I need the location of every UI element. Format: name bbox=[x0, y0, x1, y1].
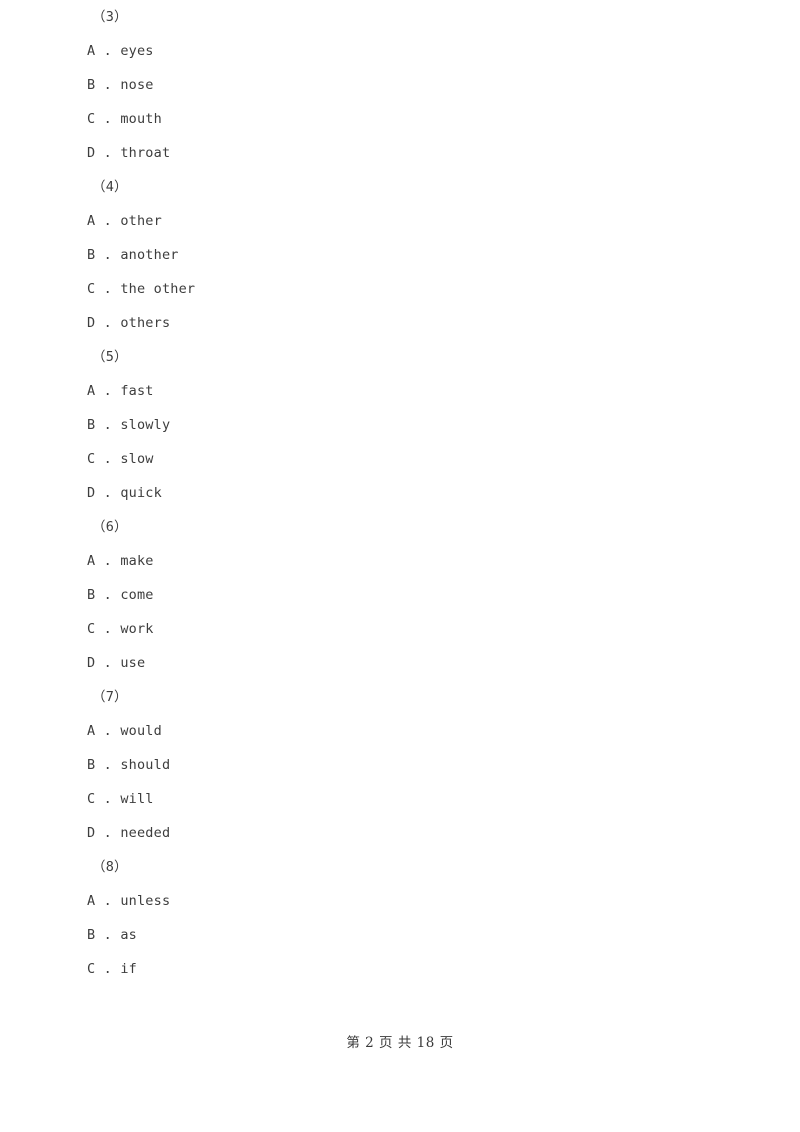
option-row[interactable]: D . throat bbox=[0, 136, 800, 170]
option-separator: . bbox=[95, 417, 121, 433]
question-block: （7） A . would B . should C . will D . needed bbox=[0, 680, 800, 850]
option-separator: . bbox=[95, 111, 121, 127]
option-text: the other bbox=[120, 281, 196, 297]
option-text: as bbox=[120, 927, 137, 943]
question-number: （4） bbox=[92, 179, 128, 195]
option-separator: . bbox=[95, 145, 121, 161]
option-separator: . bbox=[95, 757, 121, 773]
option-separator: . bbox=[95, 621, 121, 637]
option-text: should bbox=[120, 757, 171, 773]
option-row[interactable]: D . quick bbox=[0, 476, 800, 510]
option-row[interactable]: C . the other bbox=[0, 272, 800, 306]
option-row[interactable]: A . other bbox=[0, 204, 800, 238]
option-row[interactable]: D . others bbox=[0, 306, 800, 340]
option-row[interactable]: D . needed bbox=[0, 816, 800, 850]
option-text: mouth bbox=[120, 111, 162, 127]
option-text: will bbox=[120, 791, 154, 807]
option-separator: . bbox=[95, 825, 121, 841]
question-block: （3） A . eyes B . nose C . mouth D . throat bbox=[0, 0, 800, 170]
option-text: slowly bbox=[120, 417, 171, 433]
question-block: （4） A . other B . another C . the other D . … bbox=[0, 170, 800, 340]
option-text: would bbox=[120, 723, 162, 739]
question-list: （3） A . eyes B . nose C . mouth D . throat （4… bbox=[0, 0, 800, 986]
question-number: （5） bbox=[92, 349, 128, 365]
option-text: make bbox=[120, 553, 154, 569]
option-separator: . bbox=[95, 451, 121, 467]
option-text: work bbox=[120, 621, 154, 637]
option-row[interactable]: C . mouth bbox=[0, 102, 800, 136]
question-block: （6） A . make B . come C . work D . use bbox=[0, 510, 800, 680]
option-text: needed bbox=[120, 825, 171, 841]
option-separator: . bbox=[95, 485, 121, 501]
option-text: unless bbox=[120, 893, 171, 909]
question-block: （8） A . unless B . as C . if bbox=[0, 850, 800, 986]
option-separator: . bbox=[95, 791, 121, 807]
question-number: （7） bbox=[92, 689, 128, 705]
option-text: eyes bbox=[120, 43, 154, 59]
option-separator: . bbox=[95, 281, 121, 297]
question-block: （5） A . fast B . slowly C . slow D . quick bbox=[0, 340, 800, 510]
option-row[interactable]: D . use bbox=[0, 646, 800, 680]
option-text: another bbox=[120, 247, 179, 263]
option-text: other bbox=[120, 213, 162, 229]
option-separator: . bbox=[95, 723, 121, 739]
option-row[interactable]: B . another bbox=[0, 238, 800, 272]
option-text: others bbox=[120, 315, 171, 331]
option-text: slow bbox=[120, 451, 154, 467]
option-text: fast bbox=[120, 383, 154, 399]
option-separator: . bbox=[95, 77, 121, 93]
option-row[interactable]: A . would bbox=[0, 714, 800, 748]
option-separator: . bbox=[95, 247, 121, 263]
option-row[interactable]: B . nose bbox=[0, 68, 800, 102]
option-text: use bbox=[120, 655, 146, 671]
option-separator: . bbox=[95, 655, 121, 671]
question-number: （3） bbox=[92, 9, 128, 25]
option-text: if bbox=[120, 961, 137, 977]
option-separator: . bbox=[95, 927, 121, 943]
option-text: come bbox=[120, 587, 154, 603]
option-row[interactable]: A . make bbox=[0, 544, 800, 578]
option-row[interactable]: B . as bbox=[0, 918, 800, 952]
option-row[interactable]: C . if bbox=[0, 952, 800, 986]
option-row[interactable]: B . come bbox=[0, 578, 800, 612]
option-separator: . bbox=[95, 587, 121, 603]
option-text: quick bbox=[120, 485, 162, 501]
option-separator: . bbox=[95, 43, 121, 59]
option-separator: . bbox=[95, 553, 121, 569]
option-text: nose bbox=[120, 77, 154, 93]
option-separator: . bbox=[95, 961, 121, 977]
option-separator: . bbox=[95, 383, 121, 399]
question-number: （6） bbox=[92, 519, 128, 535]
option-separator: . bbox=[95, 213, 121, 229]
option-separator: . bbox=[95, 315, 121, 331]
option-row[interactable]: B . should bbox=[0, 748, 800, 782]
option-row[interactable]: C . slow bbox=[0, 442, 800, 476]
option-text: throat bbox=[120, 145, 171, 161]
option-row[interactable]: A . fast bbox=[0, 374, 800, 408]
question-number: （8） bbox=[92, 859, 128, 875]
document-page: （3） A . eyes B . nose C . mouth D . throat （4… bbox=[0, 0, 800, 1132]
option-row[interactable]: C . will bbox=[0, 782, 800, 816]
page-footer: 第 2 页 共 18 页 bbox=[346, 1035, 454, 1051]
option-row[interactable]: A . unless bbox=[0, 884, 800, 918]
option-separator: . bbox=[95, 893, 121, 909]
option-row[interactable]: C . work bbox=[0, 612, 800, 646]
option-row[interactable]: B . slowly bbox=[0, 408, 800, 442]
option-row[interactable]: A . eyes bbox=[0, 34, 800, 68]
